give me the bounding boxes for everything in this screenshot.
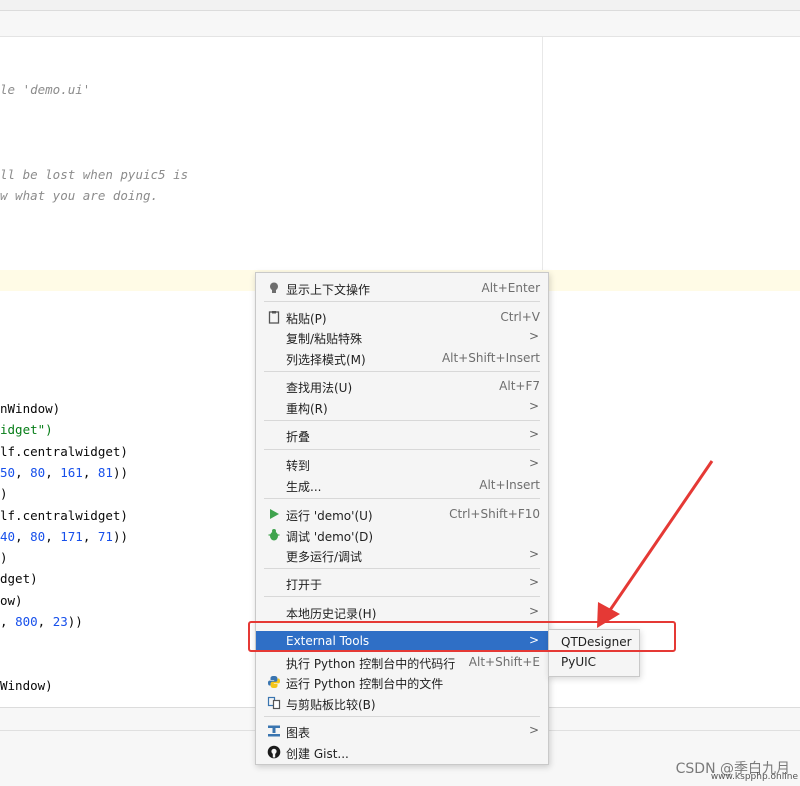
annotation-arrow: [597, 460, 714, 628]
watermark-site: www.kspphp.online: [710, 772, 798, 782]
